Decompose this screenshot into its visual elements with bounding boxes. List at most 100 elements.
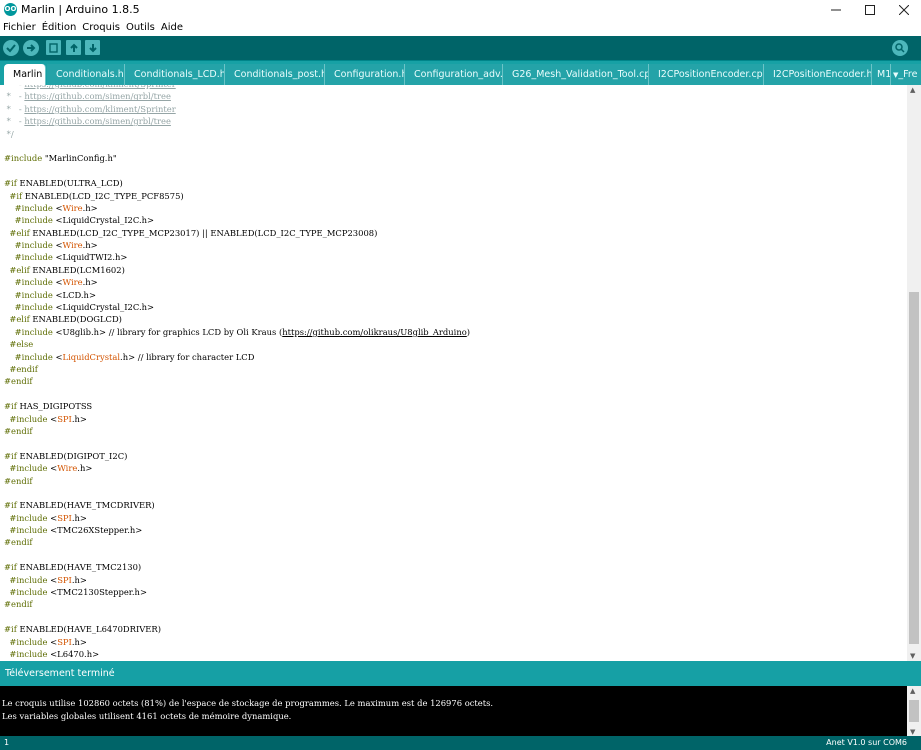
- verify-button[interactable]: [3, 40, 19, 56]
- tab-configuration-adv-h[interactable]: Configuration_adv.h: [405, 64, 503, 85]
- scroll-down-icon[interactable]: ▼: [910, 652, 915, 660]
- scroll-up-icon[interactable]: ▲: [910, 86, 915, 94]
- code-line[interactable]: #endif: [4, 363, 470, 375]
- code-line[interactable]: #include "MarlinConfig.h": [4, 152, 470, 164]
- code-line[interactable]: [4, 549, 470, 561]
- output-console[interactable]: Le croquis utilise 102860 octets (81%) d…: [0, 686, 907, 736]
- code-line[interactable]: #if ENABLED(HAVE_TMCDRIVER): [4, 499, 470, 511]
- code-line[interactable]: #endif: [4, 536, 470, 548]
- tab-conditionals-h[interactable]: Conditionals.h: [47, 64, 125, 85]
- code-line[interactable]: #include <LiquidCrystal_I2C.h>: [4, 301, 470, 313]
- code-line[interactable]: #endif: [4, 598, 470, 610]
- status-message: Téléversement terminé: [5, 668, 115, 679]
- code-line[interactable]: [4, 388, 470, 400]
- code-line[interactable]: #if ENABLED(DIGIPOT_I2C): [4, 450, 470, 462]
- menu-edition[interactable]: Édition: [39, 22, 80, 33]
- upload-button[interactable]: [23, 40, 39, 56]
- code-line[interactable]: #include <Wire.h>: [4, 239, 470, 251]
- code-line[interactable]: #if HAS_DIGIPOTSS: [4, 400, 470, 412]
- new-icon: [49, 42, 58, 53]
- tab-menu-dropdown[interactable]: ▼ _Fre: [891, 64, 921, 85]
- code-line[interactable]: #include <LiquidTWI2.h>: [4, 251, 470, 263]
- code-line[interactable]: [4, 140, 470, 152]
- maximize-icon[interactable]: [853, 0, 887, 20]
- footer-bar: 1 Anet V1.0 sur COM6: [0, 736, 921, 750]
- code-line[interactable]: #else: [4, 338, 470, 350]
- tab-fre: _Fre: [898, 69, 918, 80]
- menu-bar: Fichier Édition Croquis Outils Aide: [0, 20, 921, 35]
- tab-conditionals-lcd-h[interactable]: Conditionals_LCD.h: [125, 64, 225, 85]
- console-scroll-down-icon[interactable]: ▼: [910, 728, 915, 736]
- code-line[interactable]: #include <LiquidCrystal.h> // library fo…: [4, 351, 470, 363]
- code-line[interactable]: #include <Wire.h>: [4, 202, 470, 214]
- serial-monitor-button[interactable]: [892, 40, 908, 56]
- menu-fichier[interactable]: Fichier: [0, 22, 39, 33]
- code-line[interactable]: #include <L6470.h>: [4, 648, 470, 660]
- tab-m1[interactable]: M1: [872, 64, 891, 85]
- code-line[interactable]: [4, 165, 470, 177]
- code-text[interactable]: * - https://github.com/kliment/Sprinter …: [4, 85, 470, 661]
- tab-g26-mesh-validation-tool[interactable]: G26_Mesh_Validation_Tool.cpp: [503, 64, 649, 85]
- code-line[interactable]: #include <LCD.h>: [4, 289, 470, 301]
- tab-configuration-h[interactable]: Configuration.h: [325, 64, 405, 85]
- code-line[interactable]: [4, 437, 470, 449]
- tab-strip: Marlin Conditionals.h Conditionals_LCD.h…: [0, 61, 921, 85]
- menu-croquis[interactable]: Croquis: [79, 22, 123, 33]
- code-line[interactable]: * - https://github.com/simen/grbl/tree: [4, 90, 470, 102]
- menu-aide[interactable]: Aide: [158, 22, 186, 33]
- console-scrollbar[interactable]: ▲ ▼: [907, 686, 921, 736]
- code-line[interactable]: #include <Wire.h>: [4, 462, 470, 474]
- open-button[interactable]: [66, 40, 81, 55]
- editor-scrollbar[interactable]: ▲ ▼: [907, 85, 921, 661]
- save-icon: [88, 43, 97, 52]
- code-line[interactable]: #elif ENABLED(DOGLCD): [4, 313, 470, 325]
- code-line[interactable]: [4, 611, 470, 623]
- tab-i2cpositionencoder-h[interactable]: I2CPositionEncoder.h: [764, 64, 872, 85]
- code-line[interactable]: #if ENABLED(HAVE_TMC2130): [4, 561, 470, 573]
- code-line[interactable]: #elif ENABLED(LCD_I2C_TYPE_MCP23017) || …: [4, 227, 470, 239]
- code-line[interactable]: #include <SPI.h>: [4, 574, 470, 586]
- console-line-1: Le croquis utilise 102860 octets (81%) d…: [2, 698, 494, 708]
- code-line[interactable]: #endif: [4, 375, 470, 387]
- upload-icon: [27, 44, 36, 52]
- code-line[interactable]: #include <U8glib.h> // library for graph…: [4, 326, 470, 338]
- tab-i2cpositionencoder-cpp[interactable]: I2CPositionEncoder.cpp: [649, 64, 764, 85]
- console-scrollbar-thumb[interactable]: [909, 700, 919, 722]
- close-icon[interactable]: [887, 0, 921, 20]
- open-icon: [69, 43, 78, 52]
- code-line[interactable]: #include <LiquidCrystal_I2C.h>: [4, 214, 470, 226]
- minimize-icon[interactable]: [819, 0, 853, 20]
- menu-outils[interactable]: Outils: [123, 22, 158, 33]
- code-line[interactable]: #include <SPI.h>: [4, 413, 470, 425]
- tab-conditionals-post-h[interactable]: Conditionals_post.h: [225, 64, 325, 85]
- new-button[interactable]: [46, 40, 61, 55]
- console-line-2: Les variables globales utilisent 4161 oc…: [2, 711, 292, 721]
- code-line[interactable]: #if ENABLED(HAVE_L6470DRIVER): [4, 623, 470, 635]
- status-bar: Téléversement terminé: [0, 661, 921, 686]
- code-line[interactable]: #include <SPI.h>: [4, 512, 470, 524]
- code-line[interactable]: [4, 487, 470, 499]
- code-editor[interactable]: * - https://github.com/kliment/Sprinter …: [0, 85, 907, 661]
- verify-icon: [6, 44, 16, 53]
- tab-marlin[interactable]: Marlin: [4, 64, 46, 85]
- console-scroll-up-icon[interactable]: ▲: [910, 687, 915, 695]
- serial-monitor-icon: [895, 43, 905, 53]
- code-line[interactable]: #endif: [4, 425, 470, 437]
- code-line[interactable]: #include <Wire.h>: [4, 276, 470, 288]
- title-bar: OO Marlin | Arduino 1.8.5: [0, 0, 921, 20]
- editor-scrollbar-thumb[interactable]: [909, 292, 919, 644]
- code-line[interactable]: */: [4, 128, 470, 140]
- code-line[interactable]: #endif: [4, 475, 470, 487]
- code-line[interactable]: * - https://github.com/kliment/Sprinter: [4, 103, 470, 115]
- code-line[interactable]: #include <TMC26XStepper.h>: [4, 524, 470, 536]
- code-line[interactable]: #if ENABLED(LCD_I2C_TYPE_PCF8575): [4, 190, 470, 202]
- line-number: 1: [4, 738, 10, 747]
- code-line[interactable]: * - https://github.com/simen/grbl/tree: [4, 115, 470, 127]
- code-line[interactable]: #elif ENABLED(LCM1602): [4, 264, 470, 276]
- code-line[interactable]: #if ENABLED(ULTRA_LCD): [4, 177, 470, 189]
- code-line[interactable]: #include <TMC2130Stepper.h>: [4, 586, 470, 598]
- save-button[interactable]: [85, 40, 100, 55]
- code-line[interactable]: #include <SPI.h>: [4, 636, 470, 648]
- window-title: Marlin | Arduino 1.8.5: [21, 3, 140, 16]
- board-port-label: Anet V1.0 sur COM6: [826, 738, 907, 747]
